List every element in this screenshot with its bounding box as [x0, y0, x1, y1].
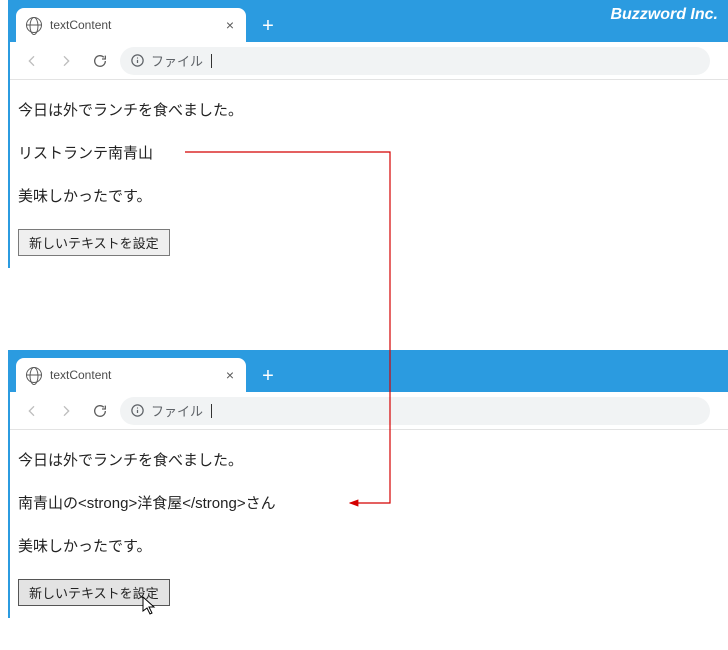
reload-icon [92, 53, 108, 69]
tab-bar: textContent × + [10, 350, 728, 392]
tab-title: textContent [50, 18, 216, 32]
forward-button[interactable] [52, 47, 80, 75]
close-icon[interactable]: × [224, 17, 236, 33]
url-text: ファイル [151, 51, 203, 70]
info-icon [130, 53, 145, 68]
new-tab-button[interactable]: + [252, 360, 284, 392]
mouse-cursor-icon [142, 596, 158, 616]
set-text-button[interactable]: 新しいテキストを設定 [18, 229, 170, 256]
nav-bar: ファイル [10, 42, 728, 80]
url-bar[interactable]: ファイル [120, 397, 710, 425]
new-tab-button[interactable]: + [252, 10, 284, 42]
text-cursor [211, 404, 212, 418]
arrow-left-icon [24, 53, 40, 69]
tab-title: textContent [50, 368, 216, 382]
back-button[interactable] [18, 397, 46, 425]
paragraph-2: 南青山の<strong>洋食屋</strong>さん [18, 493, 720, 514]
browser-tab[interactable]: textContent × [16, 8, 246, 42]
globe-icon [26, 17, 42, 33]
arrow-right-icon [58, 53, 74, 69]
url-bar[interactable]: ファイル [120, 47, 710, 75]
page-content: 今日は外でランチを食べました。 南青山の<strong>洋食屋</strong>… [10, 430, 728, 618]
close-icon[interactable]: × [224, 367, 236, 383]
brand-label: Buzzword Inc. [610, 6, 718, 24]
globe-icon [26, 367, 42, 383]
reload-button[interactable] [86, 47, 114, 75]
text-cursor [211, 54, 212, 68]
nav-bar: ファイル [10, 392, 728, 430]
browser-window-top: textContent × + ファイル 今日は外でランチを食べました。 リスト… [8, 0, 728, 268]
reload-button[interactable] [86, 397, 114, 425]
arrow-right-icon [58, 403, 74, 419]
browser-window-bottom: textContent × + ファイル 今日は外でランチを食べました。 南青山… [8, 350, 728, 618]
browser-tab[interactable]: textContent × [16, 358, 246, 392]
forward-button[interactable] [52, 397, 80, 425]
url-text: ファイル [151, 401, 203, 420]
paragraph-3: 美味しかったです。 [18, 536, 720, 557]
paragraph-1: 今日は外でランチを食べました。 [18, 100, 720, 121]
page-content: 今日は外でランチを食べました。 リストランテ南青山 美味しかったです。 新しいテ… [10, 80, 728, 268]
paragraph-3: 美味しかったです。 [18, 186, 720, 207]
arrow-left-icon [24, 403, 40, 419]
back-button[interactable] [18, 47, 46, 75]
reload-icon [92, 403, 108, 419]
paragraph-2: リストランテ南青山 [18, 143, 720, 164]
info-icon [130, 403, 145, 418]
paragraph-1: 今日は外でランチを食べました。 [18, 450, 720, 471]
